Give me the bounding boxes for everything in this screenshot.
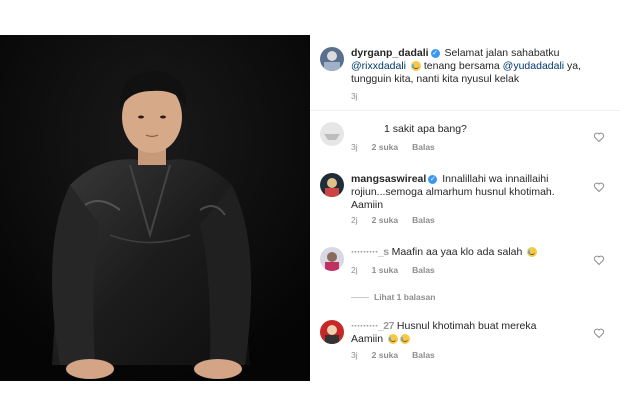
- comment-4-likes[interactable]: 2 suka: [372, 350, 398, 360]
- comment-1-reply-button[interactable]: Balas: [412, 142, 435, 152]
- comment-2-time: 2j: [351, 215, 358, 225]
- comment-4-line-1: Husnul khotimah buat mereka: [396, 320, 537, 332]
- comment-2-line-3: Aamiin: [351, 199, 384, 211]
- comment-3-reply-button[interactable]: Balas: [412, 265, 435, 275]
- crying-emoji-icon: [410, 61, 421, 72]
- comment-4-text: ·········_27 Husnul khotimah buat mereka…: [351, 320, 591, 346]
- comments-panel: dyrganp_dadali ✓ Selamat jalan sahabatku …: [310, 35, 620, 381]
- comment-2-username[interactable]: mangsaswireal: [351, 173, 426, 185]
- comment-4-avatar[interactable]: [320, 320, 344, 344]
- heart-outline-icon[interactable]: [593, 131, 605, 143]
- comment-3-body: Maafin aa yaa klo ada salah: [391, 246, 523, 258]
- verified-badge-icon: ✓: [428, 174, 438, 184]
- comment-3-text: ·········_s Maafin aa yaa klo ada salah: [351, 246, 591, 259]
- caption-text-3: ya,: [567, 60, 582, 72]
- heart-outline-icon[interactable]: [593, 327, 605, 339]
- crying-emoji-icon: [527, 247, 538, 258]
- comment-3-username[interactable]: ·········_s: [351, 246, 389, 258]
- comment-2-meta: 2j 2 suka Balas: [351, 215, 449, 225]
- comment-1-avatar[interactable]: [320, 122, 344, 146]
- comment-4-time: 3j: [351, 350, 358, 360]
- crying-emoji-icon: [400, 334, 411, 345]
- comment-2-reply-button[interactable]: Balas: [412, 215, 435, 225]
- comment-3-time: 2j: [351, 265, 358, 275]
- comment-4-username[interactable]: ·········_27: [351, 320, 395, 332]
- caption-meta: 3j: [351, 91, 372, 101]
- comment-1-time: 3j: [351, 142, 358, 152]
- comment-2-line-1: Innalillahi wa innaillaihi: [442, 173, 549, 185]
- comment-3-likes[interactable]: 1 suka: [372, 265, 398, 275]
- man-in-leather-jacket-image: [0, 35, 310, 381]
- comment-3-avatar[interactable]: [320, 247, 344, 271]
- comment-1-meta: 3j 2 suka Balas: [351, 142, 449, 152]
- caption-time: 3j: [351, 91, 358, 101]
- heart-outline-icon[interactable]: [593, 181, 605, 193]
- comment-2-likes[interactable]: 2 suka: [372, 215, 398, 225]
- comment-3-meta: 2j 1 suka Balas: [351, 265, 449, 275]
- view-replies-button[interactable]: Lihat 1 balasan: [374, 292, 435, 302]
- caption-mention-2[interactable]: @yudadadali: [503, 60, 564, 72]
- post-caption: dyrganp_dadali ✓ Selamat jalan sahabatku …: [310, 35, 620, 111]
- comment-4-line-2: Aamiin: [351, 333, 384, 345]
- caption-text-1: Selamat jalan sahabatku: [444, 47, 560, 59]
- post-photo: [0, 35, 310, 381]
- verified-badge-icon: ✓: [430, 48, 440, 58]
- caption-avatar[interactable]: [320, 47, 344, 71]
- crying-emoji-icon: [388, 334, 399, 345]
- caption-mention-1[interactable]: @rixxdadali: [351, 60, 406, 72]
- replies-divider: [351, 297, 369, 298]
- caption-text: dyrganp_dadali ✓ Selamat jalan sahabatku …: [351, 47, 613, 86]
- caption-username[interactable]: dyrganp_dadali: [351, 47, 429, 59]
- heart-outline-icon[interactable]: [593, 254, 605, 266]
- caption-text-2: tenang bersama: [423, 60, 500, 72]
- caption-text-4: tungguin kita, nanti kita nyusul kelak: [351, 73, 520, 85]
- comment-4-reply-button[interactable]: Balas: [412, 350, 435, 360]
- comment-1-text: 1 sakit apa bang?: [384, 123, 467, 135]
- comment-2-line-2: rojiun...semoga almarhum husnul khotimah…: [351, 186, 555, 198]
- comment-2-avatar[interactable]: [320, 173, 344, 197]
- comment-2-text: mangsaswireal ✓ Innalillahi wa innaillaih…: [351, 173, 591, 212]
- comment-4-meta: 3j 2 suka Balas: [351, 350, 449, 360]
- comment-1-likes[interactable]: 2 suka: [372, 142, 398, 152]
